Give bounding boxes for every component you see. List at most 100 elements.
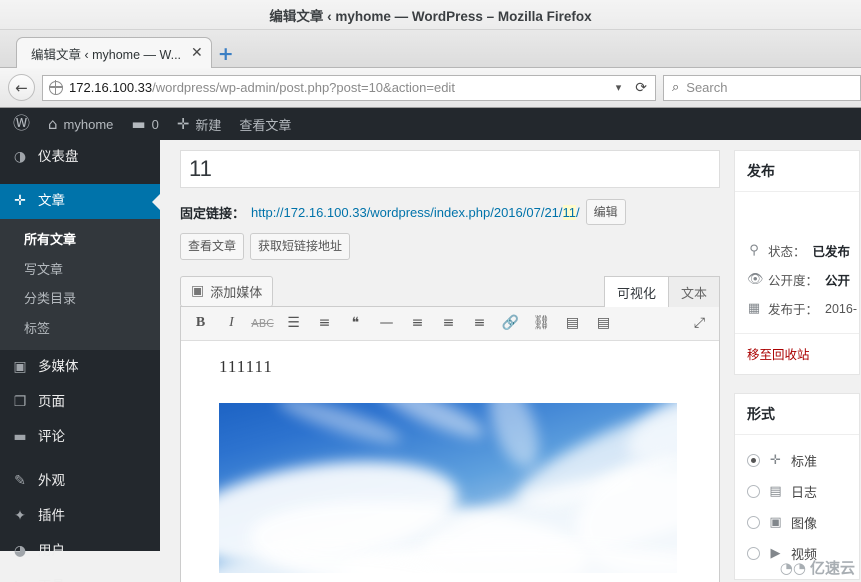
add-media-button[interactable]: ▣ 添加媒体 xyxy=(180,276,273,307)
sidebar-item-dashboard[interactable]: ◑ 仪表盘 xyxy=(0,140,160,175)
plus-icon: ✛ xyxy=(177,117,190,132)
align-left-icon[interactable]: ≡ xyxy=(402,310,433,337)
close-icon[interactable]: ✕ xyxy=(191,46,203,60)
adminbar-new[interactable]: ✛ 新建 xyxy=(168,108,231,140)
dashboard-icon: ◑ xyxy=(11,147,29,168)
view-post-button[interactable]: 查看文章 xyxy=(180,233,244,259)
adminbar-wp-logo[interactable]: Ⓦ xyxy=(4,108,39,140)
sidebar-item-appearance[interactable]: ✎ 外观 xyxy=(0,464,160,499)
sidebar-separator-1 xyxy=(0,175,160,184)
user-icon: ◕ xyxy=(11,541,29,562)
format-option-aside[interactable]: ▤ 日志 xyxy=(747,476,847,507)
sidebar-item-media[interactable]: ▣ 多媒体 xyxy=(0,350,160,385)
cloud-logo-icon: ◔◔ xyxy=(780,559,806,577)
tab-text[interactable]: 文本 xyxy=(669,276,720,307)
plug-icon: ✦ xyxy=(11,506,29,527)
radio-image[interactable] xyxy=(747,516,760,529)
move-to-trash-link[interactable]: 移至回收站 xyxy=(747,348,810,362)
sidebar-subitem-tags[interactable]: 标签 xyxy=(0,314,160,344)
format-option-standard[interactable]: ✛ 标准 xyxy=(747,445,847,476)
cloud-shape xyxy=(480,403,548,474)
post-image-sky[interactable] xyxy=(219,403,677,573)
pin-icon: ✛ xyxy=(11,191,29,212)
editor-header-row: ▣ 添加媒体 可视化 文本 xyxy=(180,276,720,307)
search-input[interactable]: ⌕ Search xyxy=(663,75,861,101)
post-editor-column: 固定链接： http://172.16.100.33/wordpress/ind… xyxy=(180,150,720,551)
address-bar[interactable]: 172.16.100.33/wordpress/wp-admin/post.ph… xyxy=(42,75,656,101)
sidebar-item-pages[interactable]: ❐ 页面 xyxy=(0,385,160,420)
url-host: 172.16.100.33 xyxy=(69,80,152,95)
post-title-input[interactable] xyxy=(180,150,720,188)
sidebar-item-label: 仪表盘 xyxy=(38,147,79,167)
publish-visibility-row[interactable]: 👁 公开度： 公开 xyxy=(747,265,847,294)
numbered-list-icon[interactable]: ≡ xyxy=(309,310,340,337)
permalink-slug: 11 xyxy=(563,205,577,220)
radio-aside[interactable] xyxy=(747,485,760,498)
italic-icon[interactable]: I xyxy=(216,310,247,337)
calendar-icon: ▦ xyxy=(747,301,761,316)
insert-link-icon[interactable]: 🔗 xyxy=(495,310,526,337)
posts-submenu: 所有文章 写文章 分类目录 标签 xyxy=(0,219,160,350)
blockquote-icon[interactable]: ❝ xyxy=(340,310,371,337)
reload-icon[interactable]: ⟳ xyxy=(631,80,651,96)
align-center-icon[interactable]: ≡ xyxy=(433,310,464,337)
url-text: 172.16.100.33/wordpress/wp-admin/post.ph… xyxy=(69,80,606,95)
search-placeholder: Search xyxy=(686,80,727,95)
format-label: 标准 xyxy=(791,451,817,470)
publish-date-row[interactable]: ▦ 发布于： 2016- xyxy=(747,294,847,323)
watermark-text: 亿速云 xyxy=(810,557,855,578)
bold-icon[interactable]: B xyxy=(185,310,216,337)
sidebar-item-plugins[interactable]: ✦ 插件 xyxy=(0,499,160,534)
insert-more-tag-icon[interactable]: ▤ xyxy=(557,310,588,337)
sidebar-subitem-categories[interactable]: 分类目录 xyxy=(0,284,160,314)
new-label: 新建 xyxy=(195,115,221,134)
new-tab-icon[interactable]: + xyxy=(212,40,240,68)
align-right-icon[interactable]: ≡ xyxy=(464,310,495,337)
adminbar-site-name[interactable]: ⌂ myhome xyxy=(39,108,122,140)
toolbar-toggle-icon[interactable]: ▤ xyxy=(588,310,619,337)
publish-status-row[interactable]: ⚲ 状态： 已发布 xyxy=(747,236,847,265)
edit-permalink-button[interactable]: 编辑 xyxy=(586,199,626,225)
sidebar-item-posts[interactable]: ✛ 文章 xyxy=(0,184,160,219)
horizontal-rule-icon[interactable]: — xyxy=(371,310,402,337)
strikethrough-icon[interactable]: ABC xyxy=(247,310,278,337)
permalink-prefix: http://172.16.100.33/wordpress/index.php… xyxy=(251,205,563,220)
view-post-label: 查看文章 xyxy=(239,115,291,134)
browser-tab[interactable]: 编辑文章 ‹ myhome — W... ✕ xyxy=(16,37,212,68)
permalink-url[interactable]: http://172.16.100.33/wordpress/index.php… xyxy=(251,205,580,220)
status-badge: 已发布 xyxy=(813,241,851,260)
get-shortlink-button[interactable]: 获取短链接地址 xyxy=(250,233,350,259)
publish-panel-body: ⚲ 状态： 已发布 👁 公开度： 公开 ▦ 发布于： 2016- xyxy=(735,192,859,333)
cloud-shape xyxy=(274,403,404,451)
sidebar-subitem-all-posts[interactable]: 所有文章 xyxy=(0,225,160,255)
sidebar-item-label: 外观 xyxy=(38,471,65,491)
window-titlebar: 编辑文章 ‹ myhome — WordPress – Mozilla Fire… xyxy=(0,0,861,30)
navigation-toolbar: ← 172.16.100.33/wordpress/wp-admin/post.… xyxy=(0,68,861,108)
permalink-row: 固定链接： http://172.16.100.33/wordpress/ind… xyxy=(180,199,720,225)
sidebar-item-users[interactable]: ◕ 用户 xyxy=(0,534,160,569)
sidebar-item-label: 工具 xyxy=(38,576,65,582)
sidebar-separator-2 xyxy=(0,455,160,464)
wp-admin-bar: Ⓦ ⌂ myhome ▬ 0 ✛ 新建 查看文章 xyxy=(0,108,861,140)
publish-panel-footer: 移至回收站 xyxy=(735,333,859,374)
format-option-image[interactable]: ▣ 图像 xyxy=(747,507,847,538)
adminbar-view-post[interactable]: 查看文章 xyxy=(230,108,300,140)
radio-standard[interactable] xyxy=(747,454,760,467)
editor-canvas[interactable]: 111111 xyxy=(181,341,719,582)
sidebar-item-tools[interactable]: ✂ 工具 xyxy=(0,569,160,582)
editor-mode-tabs: 可视化 文本 xyxy=(604,276,720,307)
bulleted-list-icon[interactable]: ☰ xyxy=(278,310,309,337)
sidebar-subitem-add-post[interactable]: 写文章 xyxy=(0,255,160,285)
publish-panel-title: 发布 xyxy=(735,151,859,192)
radio-video[interactable] xyxy=(747,547,760,560)
comment-count: 0 xyxy=(152,117,159,132)
sidebar-metaboxes: 发布 ⚲ 状态： 已发布 👁 公开度： 公开 xyxy=(734,150,860,551)
adminbar-comments[interactable]: ▬ 0 xyxy=(122,108,167,140)
remove-link-icon[interactable]: ⛓ xyxy=(526,310,557,337)
fullscreen-icon[interactable]: ⤢ xyxy=(684,310,715,337)
tab-visual[interactable]: 可视化 xyxy=(604,276,669,307)
chevron-down-icon[interactable]: ▾ xyxy=(612,81,626,94)
sidebar-item-comments[interactable]: ▬ 评论 xyxy=(0,420,160,455)
wp-admin-body: ◑ 仪表盘 ✛ 文章 所有文章 写文章 分类目录 标签 ▣ 多媒体 ❐ 页面 xyxy=(0,140,861,551)
back-icon[interactable]: ← xyxy=(8,74,35,101)
